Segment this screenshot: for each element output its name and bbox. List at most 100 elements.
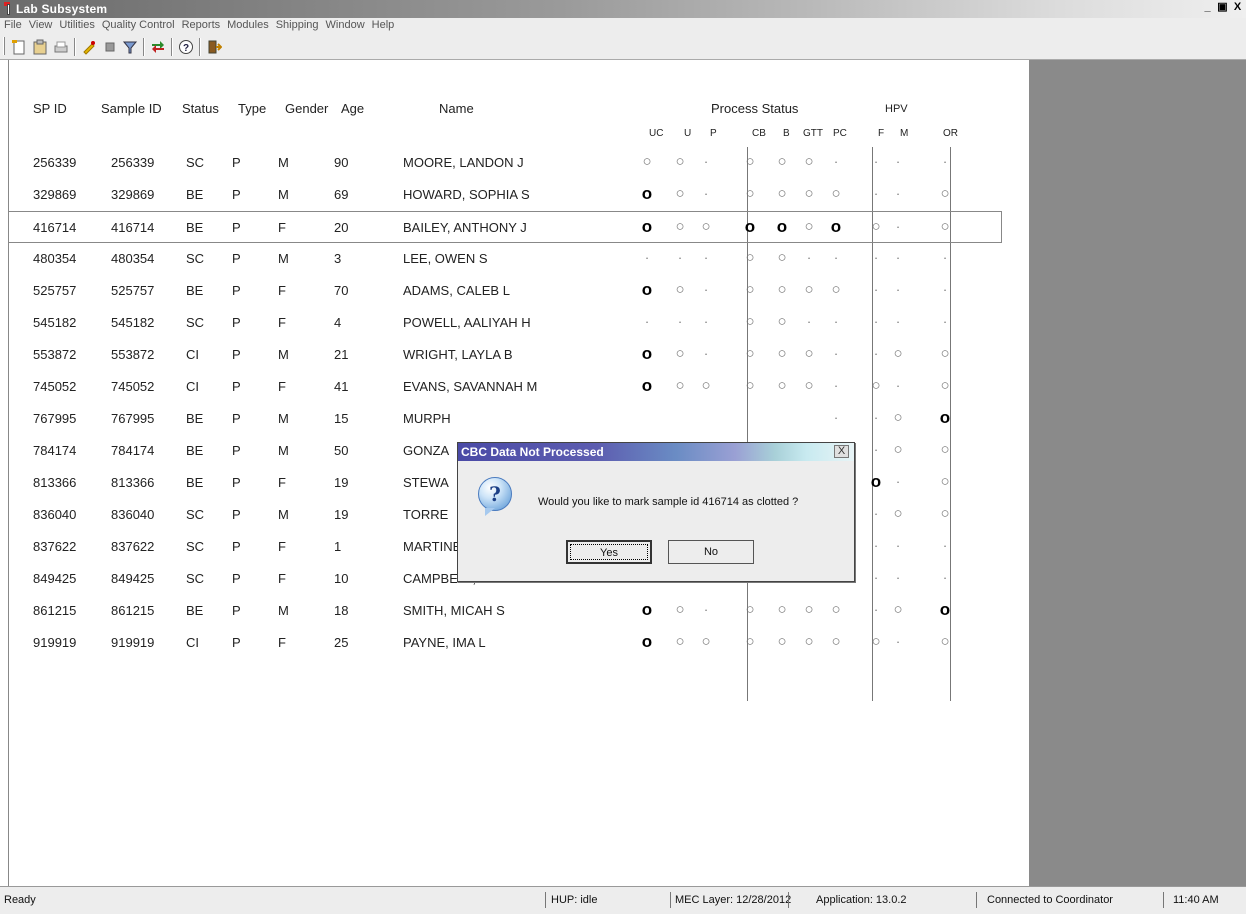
status-dot: · (833, 346, 839, 361)
filter-icon[interactable] (121, 38, 139, 56)
subheader-gtt: GTT (803, 128, 823, 139)
header-type[interactable]: Type (238, 101, 266, 116)
menu-file[interactable]: File (0, 18, 25, 31)
table-row[interactable]: 553872 553872 CI P M 21 WRIGHT, LAYLA B o ○ · ○ ○ ○ ·… (9, 339, 1030, 371)
status-circle-bold: o (744, 217, 756, 236)
header-gender[interactable]: Gender (285, 101, 328, 116)
table-row[interactable]: 329869 329869 BE P M 69 HOWARD, SOPHIA S o ○ · ○ ○ ○… (9, 179, 1030, 211)
status-circle: ○ (745, 345, 755, 362)
status-dot: · (942, 154, 948, 169)
title-bar: Lab Subsystem _ ▣ X (0, 0, 1246, 18)
header-sample-id[interactable]: Sample ID (101, 101, 162, 116)
cell-gender: F (278, 220, 286, 235)
cell-status: BE (186, 603, 204, 618)
menu-reports[interactable]: Reports (178, 18, 224, 31)
menu-view[interactable]: View (25, 18, 56, 31)
status-dot: · (703, 314, 709, 329)
cell-status: SC (186, 507, 205, 522)
cell-gender: M (278, 507, 289, 522)
cell-name: MOORE, LANDON J (403, 155, 524, 170)
cell-age: 10 (334, 571, 349, 586)
close-button[interactable]: X (1231, 1, 1244, 15)
status-circle: ○ (871, 633, 881, 650)
status-circle-bold: o (641, 632, 653, 651)
stop-icon[interactable] (101, 38, 119, 56)
exit-icon[interactable] (205, 38, 223, 56)
header-name[interactable]: Name (439, 101, 474, 116)
clipboard-icon[interactable] (31, 38, 49, 56)
cell-spid: 861215 (33, 603, 77, 618)
table-row[interactable]: 525757 525757 BE P F 70 ADAMS, CALEB L o ○ · ○ ○ ○ ○ ·… (9, 275, 1030, 307)
cell-age: 41 (334, 379, 349, 394)
cell-name: MURPH (403, 411, 451, 426)
cell-type: P (232, 220, 241, 235)
cell-spid: 849425 (33, 571, 77, 586)
cell-type: P (232, 283, 241, 298)
cell-name: BAILEY, ANTHONY J (403, 220, 527, 235)
status-circle-bold: o (939, 408, 951, 427)
status-circle: ○ (675, 281, 685, 298)
table-row[interactable]: 256339 256339 SC P M 90 MOORE, LANDON J ○ ○ · ○ ○ ○ ·… (9, 147, 1030, 179)
status-circle: ○ (777, 345, 787, 362)
cell-status: CI (186, 347, 199, 362)
status-circle: ○ (871, 218, 881, 235)
status-dot: · (873, 186, 879, 201)
status-circle-bold: o (641, 600, 653, 619)
status-circle: ○ (701, 377, 711, 394)
table-row[interactable]: 416714 416714 BE P F 20 BAILEY, ANTHONY J o ○ ○ o o… (9, 211, 1002, 243)
status-circle: ○ (893, 441, 903, 458)
status-circle: ○ (804, 153, 814, 170)
status-circle: ○ (675, 153, 685, 170)
cell-spid: 784174 (33, 443, 77, 458)
cell-spid: 256339 (33, 155, 77, 170)
cell-age: 25 (334, 635, 349, 650)
cell-age: 70 (334, 283, 349, 298)
status-circle: ○ (804, 601, 814, 618)
menu-modules[interactable]: Modules (223, 18, 272, 31)
menu-quality-control[interactable]: Quality Control (98, 18, 178, 31)
yes-button[interactable]: Yes (566, 540, 652, 564)
table-row[interactable]: 745052 745052 CI P F 41 EVANS, SAVANNAH M o ○ ○ ○ ○… (9, 371, 1030, 403)
cell-sample-id: 813366 (111, 475, 155, 490)
dialog-close-button[interactable]: X (834, 445, 849, 458)
no-button[interactable]: No (668, 540, 754, 564)
cell-type: P (232, 187, 241, 202)
new-icon[interactable] (10, 38, 28, 56)
restore-button[interactable]: ▣ (1216, 1, 1229, 15)
cell-sample-id: 416714 (111, 220, 155, 235)
transfer-icon[interactable] (149, 38, 167, 56)
status-dot: · (703, 250, 709, 265)
question-icon: ? (478, 477, 512, 511)
subheader-b: B (783, 128, 790, 139)
status-circle: ○ (831, 281, 841, 298)
header-status[interactable]: Status (182, 101, 219, 116)
print-icon[interactable] (52, 38, 70, 56)
subheader-m: M (900, 128, 909, 139)
minimize-button[interactable]: _ (1201, 1, 1214, 15)
table-row[interactable]: 767995 767995 BE P M 15 MURPH · · ○ o (9, 403, 1030, 435)
table-row[interactable]: 480354 480354 SC P M 3 LEE, OWEN S · · · ○ ○ · · · · · (9, 243, 1030, 275)
status-circle: ○ (745, 249, 755, 266)
header-spid[interactable]: SP ID (33, 101, 67, 116)
status-dot: · (703, 602, 709, 617)
menu-utilities[interactable]: Utilities (55, 18, 97, 31)
menu-window[interactable]: Window (322, 18, 368, 31)
header-age[interactable]: Age (341, 101, 364, 116)
table-row[interactable]: 919919 919919 CI P F 25 PAYNE, IMA L o ○ ○ ○ ○ ○ ○ ○ · ○ (9, 627, 1030, 659)
cell-age: 69 (334, 187, 349, 202)
cell-name: HOWARD, SOPHIA S (403, 187, 530, 202)
cell-gender: M (278, 443, 289, 458)
table-row[interactable]: 861215 861215 BE P M 18 SMITH, MICAH S o ○ · ○ ○ ○ ○ ·… (9, 595, 1030, 627)
status-circle-bold: o (641, 280, 653, 299)
edit-icon[interactable] (80, 38, 98, 56)
status-circle-bold: o (641, 217, 653, 236)
toolbar: ? (0, 34, 1246, 60)
menu-help[interactable]: Help (368, 18, 398, 31)
cell-age: 15 (334, 411, 349, 426)
status-dot: · (873, 314, 879, 329)
status-circle: ○ (804, 377, 814, 394)
menu-shipping[interactable]: Shipping (272, 18, 322, 31)
table-row[interactable]: 545182 545182 SC P F 4 POWELL, AALIYAH H · · · ○ ○ ·… (9, 307, 1030, 339)
help-icon[interactable]: ? (177, 38, 195, 56)
cell-name: EVANS, SAVANNAH M (403, 379, 538, 394)
